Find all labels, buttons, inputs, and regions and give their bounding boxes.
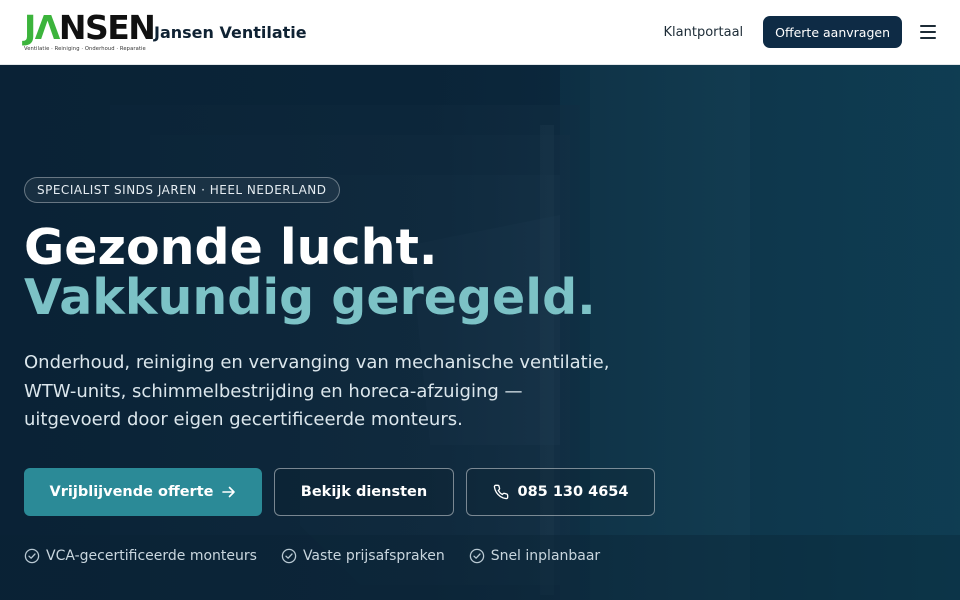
hero-headline: Gezonde lucht. Vakkundig geregeld.: [24, 223, 596, 323]
vrijblijvende-offerte-label: Vrijblijvende offerte: [49, 484, 214, 500]
hero-background-image: [0, 65, 960, 600]
offerte-aanvragen-button[interactable]: Offerte aanvragen: [763, 16, 902, 48]
specialist-badge: SPECIALIST SINDS JAREN · HEEL NEDERLAND: [24, 177, 340, 203]
site-header: J Λ NSEN Ventilatie · Reiniging · Onderhou…: [0, 0, 960, 65]
usp-label: Vaste prijsafspraken: [302, 548, 445, 564]
usp-item: Vaste prijsafspraken: [281, 548, 445, 564]
hero-overlay: [0, 65, 960, 600]
bekijk-diensten-button[interactable]: Bekijk diensten: [274, 468, 454, 516]
check-circle-icon: [469, 548, 484, 564]
nav-link-klantportaal[interactable]: Klantportaal: [664, 25, 744, 40]
phone-number-label: 085 130 4654: [517, 484, 629, 500]
headline-line-2: Vakkundig geregeld.: [24, 269, 596, 326]
usp-list: VCA-gecertificeerde monteurs Vaste prijs…: [24, 548, 624, 564]
vrijblijvende-offerte-button[interactable]: Vrijblijvende offerte: [24, 468, 262, 516]
phone-button[interactable]: 085 130 4654: [466, 468, 655, 516]
logo-tagline: Ventilatie · Reiniging · Onderhoud · Rep…: [24, 46, 146, 52]
usp-label: VCA-gecertificeerde monteurs: [46, 548, 257, 564]
check-circle-icon: [281, 548, 297, 564]
hero-section: SPECIALIST SINDS JAREN · HEEL NEDERLAND …: [0, 65, 960, 600]
header-nav: Klantportaal Offerte aanvragen: [664, 16, 936, 48]
check-circle-icon: [24, 548, 40, 564]
logo-wordmark: J Λ NSEN: [24, 8, 156, 47]
arrow-right-icon: [222, 486, 236, 498]
usp-item: VCA-gecertificeerde monteurs: [24, 548, 257, 564]
brand-name[interactable]: Jansen Ventilatie: [154, 23, 307, 42]
headline-line-1: Gezonde lucht.: [24, 219, 438, 276]
usp-label: Snel inplanbaar: [490, 548, 601, 564]
brand-logo[interactable]: J Λ NSEN Ventilatie · Reiniging · Onderhou…: [24, 8, 156, 52]
bekijk-diensten-label: Bekijk diensten: [300, 484, 428, 500]
usp-item: Snel inplanbaar: [469, 548, 601, 564]
hero-lead-text: Onderhoud, reiniging en vervanging van m…: [24, 352, 610, 430]
hamburger-icon[interactable]: [920, 25, 936, 39]
phone-icon: [493, 484, 509, 500]
